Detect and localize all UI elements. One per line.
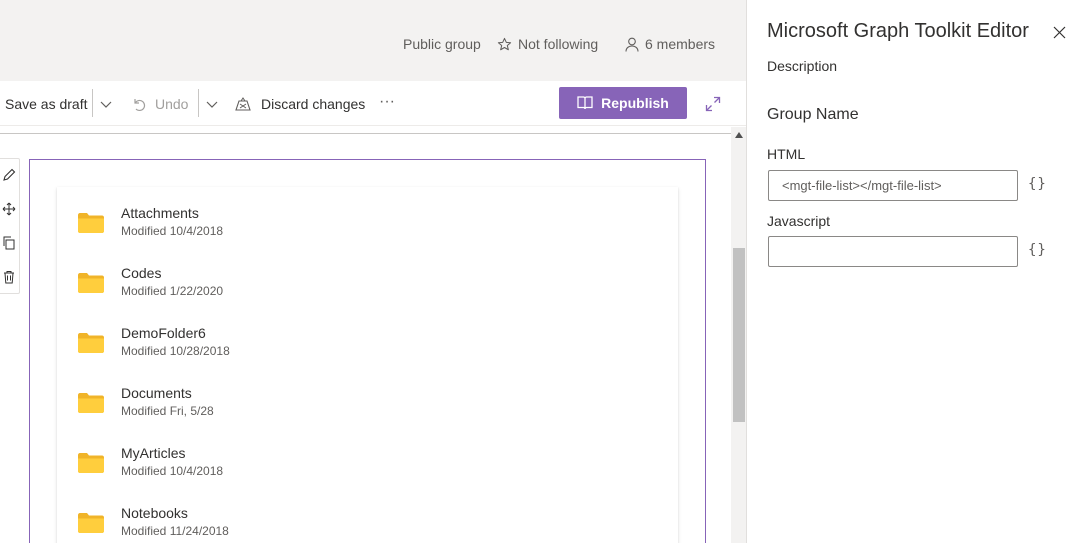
copy-icon bbox=[3, 236, 15, 250]
close-icon bbox=[1053, 26, 1065, 38]
more-options-button[interactable]: ··· bbox=[379, 79, 395, 124]
canvas-divider bbox=[0, 133, 731, 134]
pane-divider bbox=[746, 0, 747, 543]
javascript-field[interactable] bbox=[768, 236, 1018, 267]
file-name: Attachments bbox=[121, 205, 199, 221]
save-draft-dropdown-button[interactable] bbox=[99, 81, 113, 126]
undo-dropdown-button[interactable] bbox=[205, 81, 219, 126]
edit-webpart-button[interactable] bbox=[0, 164, 18, 186]
expand-icon bbox=[705, 96, 721, 111]
pane-title: Microsoft Graph Toolkit Editor bbox=[767, 20, 1029, 42]
person-icon bbox=[625, 37, 639, 52]
star-icon bbox=[497, 37, 512, 50]
duplicate-webpart-button[interactable] bbox=[0, 232, 18, 254]
republish-button[interactable]: Republish bbox=[559, 87, 687, 119]
folder-icon bbox=[78, 513, 104, 533]
group-name-heading: Group Name bbox=[767, 106, 859, 123]
book-icon bbox=[577, 96, 593, 110]
file-modified: Modified 10/4/2018 bbox=[121, 464, 224, 478]
file-modified: Modified 1/22/2020 bbox=[121, 284, 224, 298]
discard-icon bbox=[235, 96, 251, 111]
group-type-label: Public group bbox=[403, 36, 481, 52]
save-draft-button[interactable]: Save as draft bbox=[5, 81, 88, 126]
delete-webpart-button[interactable] bbox=[0, 266, 18, 288]
webpart-toolbar bbox=[0, 158, 20, 294]
trash-icon bbox=[4, 271, 14, 284]
caret-up-icon bbox=[735, 132, 743, 138]
follow-label: Not following bbox=[518, 36, 599, 52]
expand-button[interactable] bbox=[705, 81, 721, 126]
javascript-code-editor-button[interactable]: {} bbox=[1028, 242, 1047, 258]
file-modified: Modified 10/4/2018 bbox=[121, 224, 224, 238]
discard-changes-button[interactable]: Discard changes bbox=[234, 81, 365, 126]
move-icon bbox=[2, 202, 16, 216]
html-field-label: HTML bbox=[767, 146, 806, 162]
folder-icon bbox=[78, 333, 104, 353]
folder-icon bbox=[78, 393, 104, 413]
scrollbar-thumb[interactable] bbox=[733, 248, 745, 422]
separator bbox=[198, 89, 199, 117]
pane-description: Description bbox=[767, 58, 838, 74]
chevron-down-icon bbox=[206, 101, 218, 108]
property-pane bbox=[747, 0, 1080, 543]
javascript-field-label: Javascript bbox=[767, 213, 831, 229]
close-pane-button[interactable] bbox=[1049, 22, 1069, 42]
scroll-up-button[interactable] bbox=[733, 129, 745, 141]
file-name: Documents bbox=[121, 385, 192, 401]
file-modified: Modified Fri, 5/28 bbox=[121, 404, 214, 418]
file-name: Notebooks bbox=[121, 505, 188, 521]
pencil-icon bbox=[3, 168, 16, 181]
undo-icon bbox=[134, 98, 146, 111]
more-icon: ··· bbox=[379, 92, 395, 110]
members-button[interactable]: 6 members bbox=[625, 36, 715, 52]
html-code-editor-button[interactable]: {} bbox=[1028, 176, 1047, 192]
file-modified: Modified 11/24/2018 bbox=[121, 524, 229, 538]
file-list bbox=[57, 187, 678, 543]
file-modified: Modified 10/28/2018 bbox=[121, 344, 230, 358]
folder-icon bbox=[78, 273, 104, 293]
members-label: 6 members bbox=[645, 36, 716, 52]
undo-button[interactable]: Undo bbox=[131, 81, 188, 126]
file-name: MyArticles bbox=[121, 445, 186, 461]
folder-icon bbox=[78, 453, 104, 473]
follow-button[interactable]: Not following bbox=[497, 36, 598, 52]
chevron-down-icon bbox=[100, 101, 112, 108]
file-name: Codes bbox=[121, 265, 162, 281]
separator bbox=[92, 89, 93, 117]
move-webpart-button[interactable] bbox=[0, 198, 18, 220]
folder-icon bbox=[78, 213, 104, 233]
file-name: DemoFolder6 bbox=[121, 325, 206, 341]
html-field[interactable]: <mgt-file-list></mgt-file-list> bbox=[768, 170, 1018, 201]
